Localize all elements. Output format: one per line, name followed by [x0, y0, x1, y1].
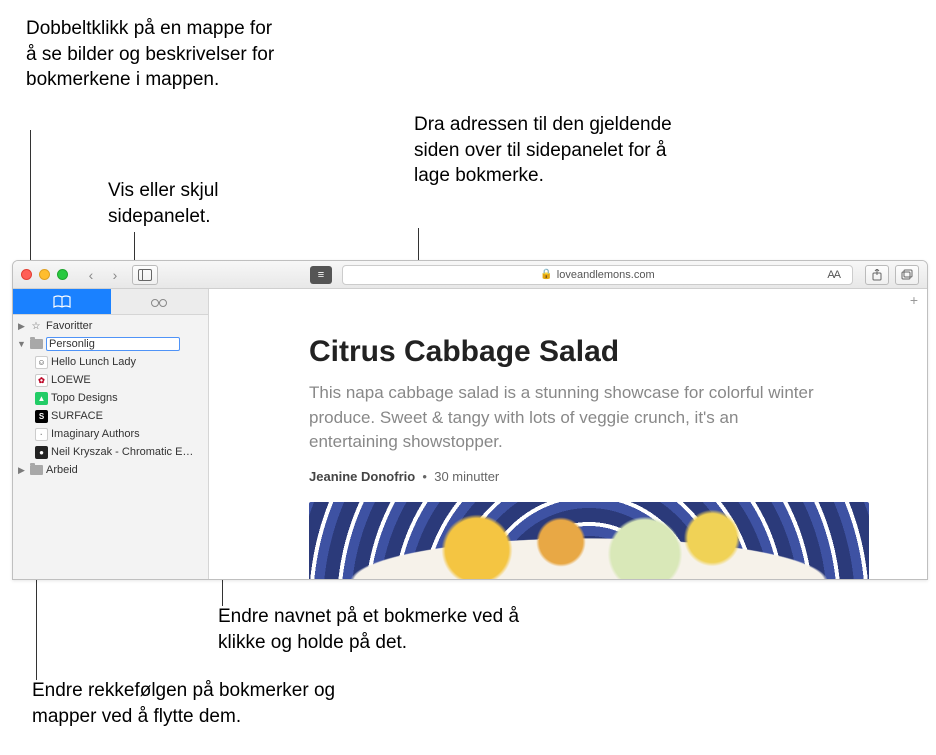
folder-personal[interactable]: ▼ Personlig	[13, 335, 208, 353]
zoom-window-button[interactable]	[57, 269, 68, 280]
share-icon	[871, 269, 883, 281]
lock-icon: 🔒	[540, 269, 552, 280]
back-button[interactable]: ‹	[80, 265, 102, 285]
minimize-window-button[interactable]	[39, 269, 50, 280]
bookmark-item[interactable]: ● Neil Kryszak - Chromatic E…	[13, 443, 208, 461]
address-bar[interactable]: 🔒 loveandlemons.com AA	[342, 265, 853, 285]
folder-label-editing[interactable]: Personlig	[46, 337, 180, 351]
bookmark-item[interactable]: · Imaginary Authors	[13, 425, 208, 443]
article-meta: Jeanine Donofrio • 30 minutter	[309, 469, 877, 484]
article-title: Citrus Cabbage Salad	[309, 335, 877, 369]
bookmark-list: ▶ ☆ Favoritter ▼ Personlig ☺ Hello Lunch…	[13, 315, 208, 481]
sidebar-icon	[138, 269, 152, 281]
bookmark-item[interactable]: ☺ Hello Lunch Lady	[13, 353, 208, 371]
bookmark-label: Neil Kryszak - Chromatic E…	[51, 446, 208, 458]
meta-separator: •	[422, 469, 427, 484]
callout-line	[418, 228, 419, 262]
favicon: ·	[35, 428, 48, 441]
tabs-button[interactable]	[895, 265, 919, 285]
folder-icon	[29, 463, 43, 477]
bookmark-label: Topo Designs	[51, 392, 208, 404]
article-duration: 30 minutter	[434, 469, 499, 484]
page-content: Citrus Cabbage Salad This napa cabbage s…	[209, 289, 927, 579]
disclosure-triangle[interactable]: ▶	[17, 321, 26, 332]
traffic-lights	[21, 269, 68, 280]
folder-label: Favoritter	[46, 320, 208, 332]
callout-reorder: Endre rekkefølgen på bokmerker og mapper…	[32, 678, 372, 729]
bookmark-item[interactable]: S SURFACE	[13, 407, 208, 425]
bookmark-item[interactable]: ▲ Topo Designs	[13, 389, 208, 407]
new-tab-button[interactable]: +	[905, 291, 923, 309]
reader-icon: ≡	[318, 269, 324, 281]
favicon: ●	[35, 446, 48, 459]
reading-list-tab[interactable]	[111, 289, 209, 314]
favicon: ✿	[35, 374, 48, 387]
callout-toggle-sidebar: Vis eller skjul sidepanelet.	[108, 178, 268, 229]
bookmark-label: LOEWE	[51, 374, 208, 386]
disclosure-triangle[interactable]: ▼	[17, 339, 26, 349]
bookmarks-tab[interactable]	[13, 289, 111, 314]
folder-work[interactable]: ▶ Arbeid	[13, 461, 208, 479]
article-author: Jeanine Donofrio	[309, 469, 415, 484]
bookmark-label: Imaginary Authors	[51, 428, 208, 440]
bookmarks-sidebar: ▶ ☆ Favoritter ▼ Personlig ☺ Hello Lunch…	[13, 289, 209, 579]
close-window-button[interactable]	[21, 269, 32, 280]
safari-window: ‹ › ≡ 🔒 loveandlemons.com AA	[12, 260, 928, 580]
bookmark-label: Hello Lunch Lady	[51, 356, 208, 368]
folder-label: Arbeid	[46, 464, 208, 476]
reader-font-button[interactable]: AA	[821, 269, 846, 281]
favicon: ▲	[35, 392, 48, 405]
forward-button[interactable]: ›	[104, 265, 126, 285]
reader-mode-button[interactable]: ≡	[310, 266, 332, 284]
share-button[interactable]	[865, 265, 889, 285]
glasses-icon	[149, 295, 169, 309]
tabs-icon	[901, 269, 913, 281]
callout-drag-address: Dra adressen til den gjeldende siden ove…	[414, 112, 674, 189]
bookmark-label: SURFACE	[51, 410, 208, 422]
article-subtitle: This napa cabbage salad is a stunning sh…	[309, 381, 829, 455]
sidebar-toggle-button[interactable]	[132, 265, 158, 285]
disclosure-triangle[interactable]: ▶	[17, 465, 26, 476]
callout-line	[134, 232, 135, 262]
article-hero-image	[309, 502, 869, 579]
folder-favorites[interactable]: ▶ ☆ Favoritter	[13, 317, 208, 335]
star-icon: ☆	[29, 319, 43, 333]
bookmark-item[interactable]: ✿ LOEWE	[13, 371, 208, 389]
callout-rename: Endre navnet på et bokmerke ved å klikke…	[218, 604, 528, 655]
window-titlebar: ‹ › ≡ 🔒 loveandlemons.com AA	[13, 261, 927, 289]
callout-doubleclick: Dobbeltklikk på en mappe for å se bilder…	[26, 16, 286, 93]
favicon: S	[35, 410, 48, 423]
address-text: loveandlemons.com	[557, 269, 655, 281]
folder-icon	[29, 337, 43, 351]
favicon: ☺	[35, 356, 48, 369]
book-icon	[52, 295, 72, 309]
